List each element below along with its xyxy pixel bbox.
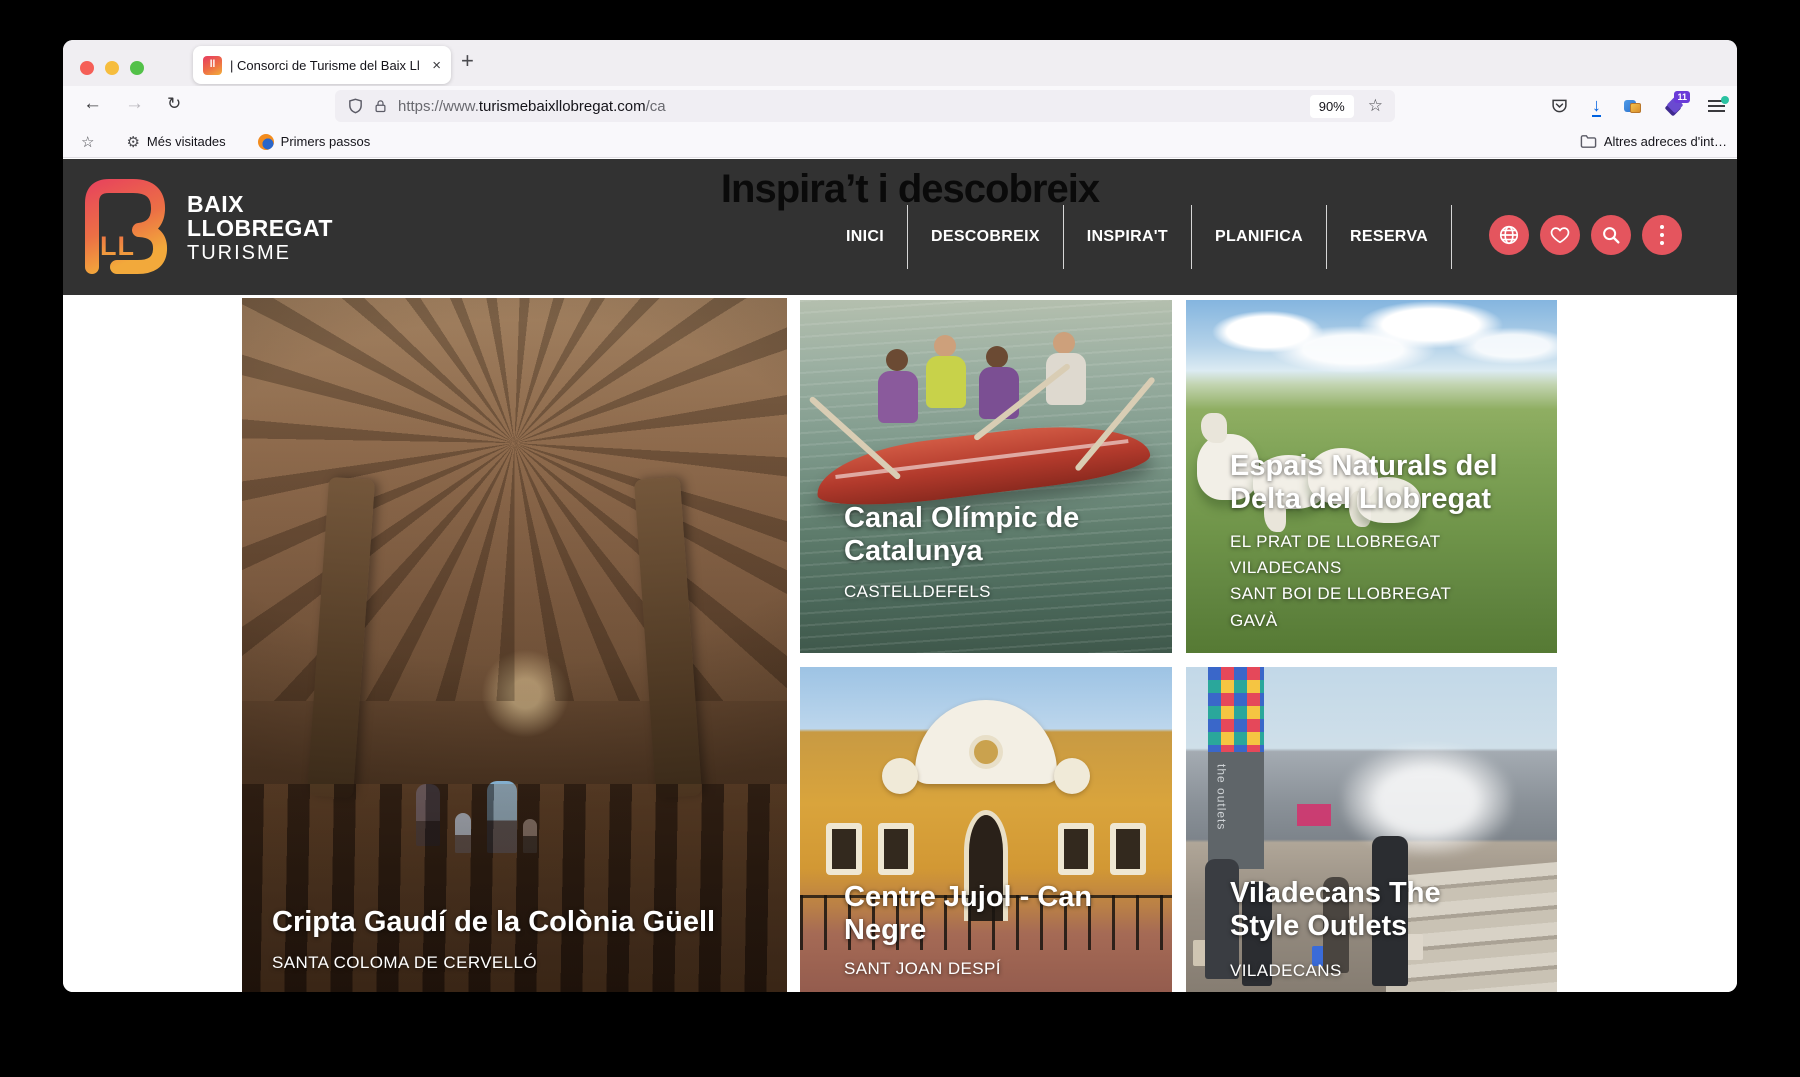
browser-tab[interactable]: ll | Consorci de Turisme del Baix Ll × <box>193 46 451 84</box>
nav-item-inici[interactable]: INICI <box>823 205 908 269</box>
outlet-tower-label: the outlets <box>1214 764 1228 830</box>
tab-title: | Consorci de Turisme del Baix Ll <box>230 58 424 73</box>
downloads-icon[interactable]: ↓ <box>1592 96 1601 117</box>
shield-icon[interactable] <box>347 97 364 115</box>
card-caption: Centre Jujol - Can Negre SANT JOAN DESPÍ <box>844 881 1172 982</box>
favorites-button[interactable] <box>1540 215 1580 255</box>
logo-line-turisme: TURISME <box>187 243 333 264</box>
card-espais-naturals[interactable]: Espais Naturals del Delta del Llobregat … <box>1186 300 1557 653</box>
card-title: Centre Jujol - Can Negre <box>844 881 1172 948</box>
nav-item-planifica[interactable]: PLANIFICA <box>1192 205 1327 269</box>
bookmark-primers-passos[interactable]: Primers passos <box>281 134 371 149</box>
tab-bar: ll | Consorci de Turisme del Baix Ll × + <box>63 40 1737 86</box>
heart-icon <box>1549 224 1571 246</box>
folder-icon <box>1580 134 1597 149</box>
card-location: VILADECANS <box>1230 958 1500 984</box>
card-canal-olimpic[interactable]: Canal Olímpic de Catalunya CASTELLDEFELS <box>800 300 1172 653</box>
url-domain: turismebaixllobregat.com <box>479 98 646 115</box>
window-close-button[interactable] <box>80 61 94 75</box>
search-button[interactable] <box>1591 215 1631 255</box>
nav-item-inspirat[interactable]: INSPIRA'T <box>1064 205 1192 269</box>
browser-window: ll | Consorci de Turisme del Baix Ll × +… <box>63 40 1737 992</box>
card-caption: Canal Olímpic de Catalunya CASTELLDEFELS <box>844 502 1094 605</box>
logo-line-baix: BAIX <box>187 192 333 216</box>
card-centre-jujol[interactable]: Centre Jujol - Can Negre SANT JOAN DESPÍ <box>800 667 1172 992</box>
outlet-tower-pattern <box>1208 667 1264 752</box>
url-text: https://www.turismebaixllobregat.com/ca <box>398 98 1310 115</box>
card-title: Cripta Gaudí de la Colònia Güell <box>272 906 715 939</box>
header-action-buttons <box>1489 215 1682 255</box>
menu-dots-icon <box>1660 225 1664 245</box>
url-protocol: https://www. <box>398 98 479 115</box>
url-bar[interactable]: https://www.turismebaixllobregat.com/ca … <box>335 90 1395 122</box>
navigation-toolbar: ← → ↻ https://www.turismebaixllobregat.c… <box>63 86 1737 126</box>
main-navigation: INICI DESCOBREIX INSPIRA'T PLANIFICA RES… <box>823 205 1452 269</box>
menu-notification-dot <box>1721 96 1729 104</box>
logo-monogram: LL <box>100 231 135 262</box>
globe-icon <box>1498 224 1520 246</box>
bookmarks-left-group: ☆ ⚙ Més visitades Primers passos <box>63 133 370 151</box>
site-header: LL BAIX LLOBREGAT TURISME Inspira’t i de… <box>63 159 1737 295</box>
forward-button[interactable]: → <box>125 93 144 115</box>
more-menu-button[interactable] <box>1642 215 1682 255</box>
card-location: SANT BOI DE LLOBREGAT <box>1230 581 1540 607</box>
zoom-level-badge[interactable]: 90% <box>1310 95 1354 118</box>
site-favicon-icon: ll <box>203 56 222 75</box>
nav-item-descobreix[interactable]: DESCOBREIX <box>908 205 1064 269</box>
card-title: Canal Olímpic de Catalunya <box>844 502 1094 569</box>
window-minimize-button[interactable] <box>105 61 119 75</box>
card-cripta-gaudi[interactable]: Cripta Gaudí de la Colònia Güell SANTA C… <box>242 298 787 992</box>
card-location: EL PRAT DE LLOBREGAT <box>1230 529 1540 555</box>
favicon-monogram: ll <box>210 60 216 70</box>
card-caption: Viladecans The Style Outlets VILADECANS <box>1230 877 1500 984</box>
card-location: SANTA COLOMA DE CERVELLÓ <box>272 950 715 976</box>
menu-icon[interactable] <box>1708 100 1725 113</box>
extension-purple-icon[interactable]: 11 <box>1665 97 1685 115</box>
back-button[interactable]: ← <box>83 93 102 115</box>
bookmark-star-icon[interactable]: ☆ <box>1368 96 1383 116</box>
lock-icon[interactable] <box>373 98 388 115</box>
pocket-icon[interactable] <box>1550 97 1569 115</box>
card-location: CASTELLDEFELS <box>844 579 1094 605</box>
firefox-icon <box>258 134 274 150</box>
card-title: Espais Naturals del Delta del Llobregat <box>1230 450 1540 517</box>
logo-text: BAIX LLOBREGAT TURISME <box>187 186 333 264</box>
url-path: /ca <box>646 98 666 115</box>
logo-mark-icon: LL <box>77 173 173 277</box>
nav-item-reserva[interactable]: RESERVA <box>1327 205 1452 269</box>
card-location: GAVÀ <box>1230 608 1540 634</box>
toolbar-icon-cluster: ↓ 11 <box>1550 86 1725 126</box>
new-tab-button[interactable]: + <box>461 48 474 74</box>
card-locations: EL PRAT DE LLOBREGAT VILADECANS SANT BOI… <box>1230 529 1540 634</box>
extension-icon[interactable] <box>1624 98 1642 114</box>
card-image-cripta <box>242 298 787 992</box>
card-caption: Espais Naturals del Delta del Llobregat … <box>1230 450 1540 634</box>
page-content: Cripta Gaudí de la Colònia Güell SANTA C… <box>63 295 1737 992</box>
language-button[interactable] <box>1489 215 1529 255</box>
card-caption: Cripta Gaudí de la Colònia Güell SANTA C… <box>272 906 715 976</box>
card-title: Viladecans The Style Outlets <box>1230 877 1500 944</box>
bookmarks-right-group: Altres adreces d'int… <box>1580 134 1727 149</box>
gear-icon: ⚙ <box>126 133 139 151</box>
bookmarks-bar: ☆ ⚙ Més visitades Primers passos Altres … <box>63 126 1737 158</box>
extension-badge: 11 <box>1674 91 1690 103</box>
desktop-background: ll | Consorci de Turisme del Baix Ll × +… <box>0 0 1800 1077</box>
reload-button[interactable]: ↻ <box>167 94 181 114</box>
search-icon <box>1600 224 1622 246</box>
card-location: VILADECANS <box>1230 555 1540 581</box>
site-logo[interactable]: LL BAIX LLOBREGAT TURISME <box>77 173 333 277</box>
bookmark-altres-adreces[interactable]: Altres adreces d'int… <box>1604 134 1727 149</box>
card-style-outlets[interactable]: the outlets Viladecans The Style Outlets… <box>1186 667 1557 992</box>
window-zoom-button[interactable] <box>130 61 144 75</box>
tab-close-icon[interactable]: × <box>432 57 441 74</box>
card-location: SANT JOAN DESPÍ <box>844 956 1172 982</box>
logo-line-llobregat: LLOBREGAT <box>187 216 333 240</box>
bookmark-mes-visitades[interactable]: Més visitades <box>147 134 226 149</box>
star-folder-icon[interactable]: ☆ <box>81 133 94 151</box>
